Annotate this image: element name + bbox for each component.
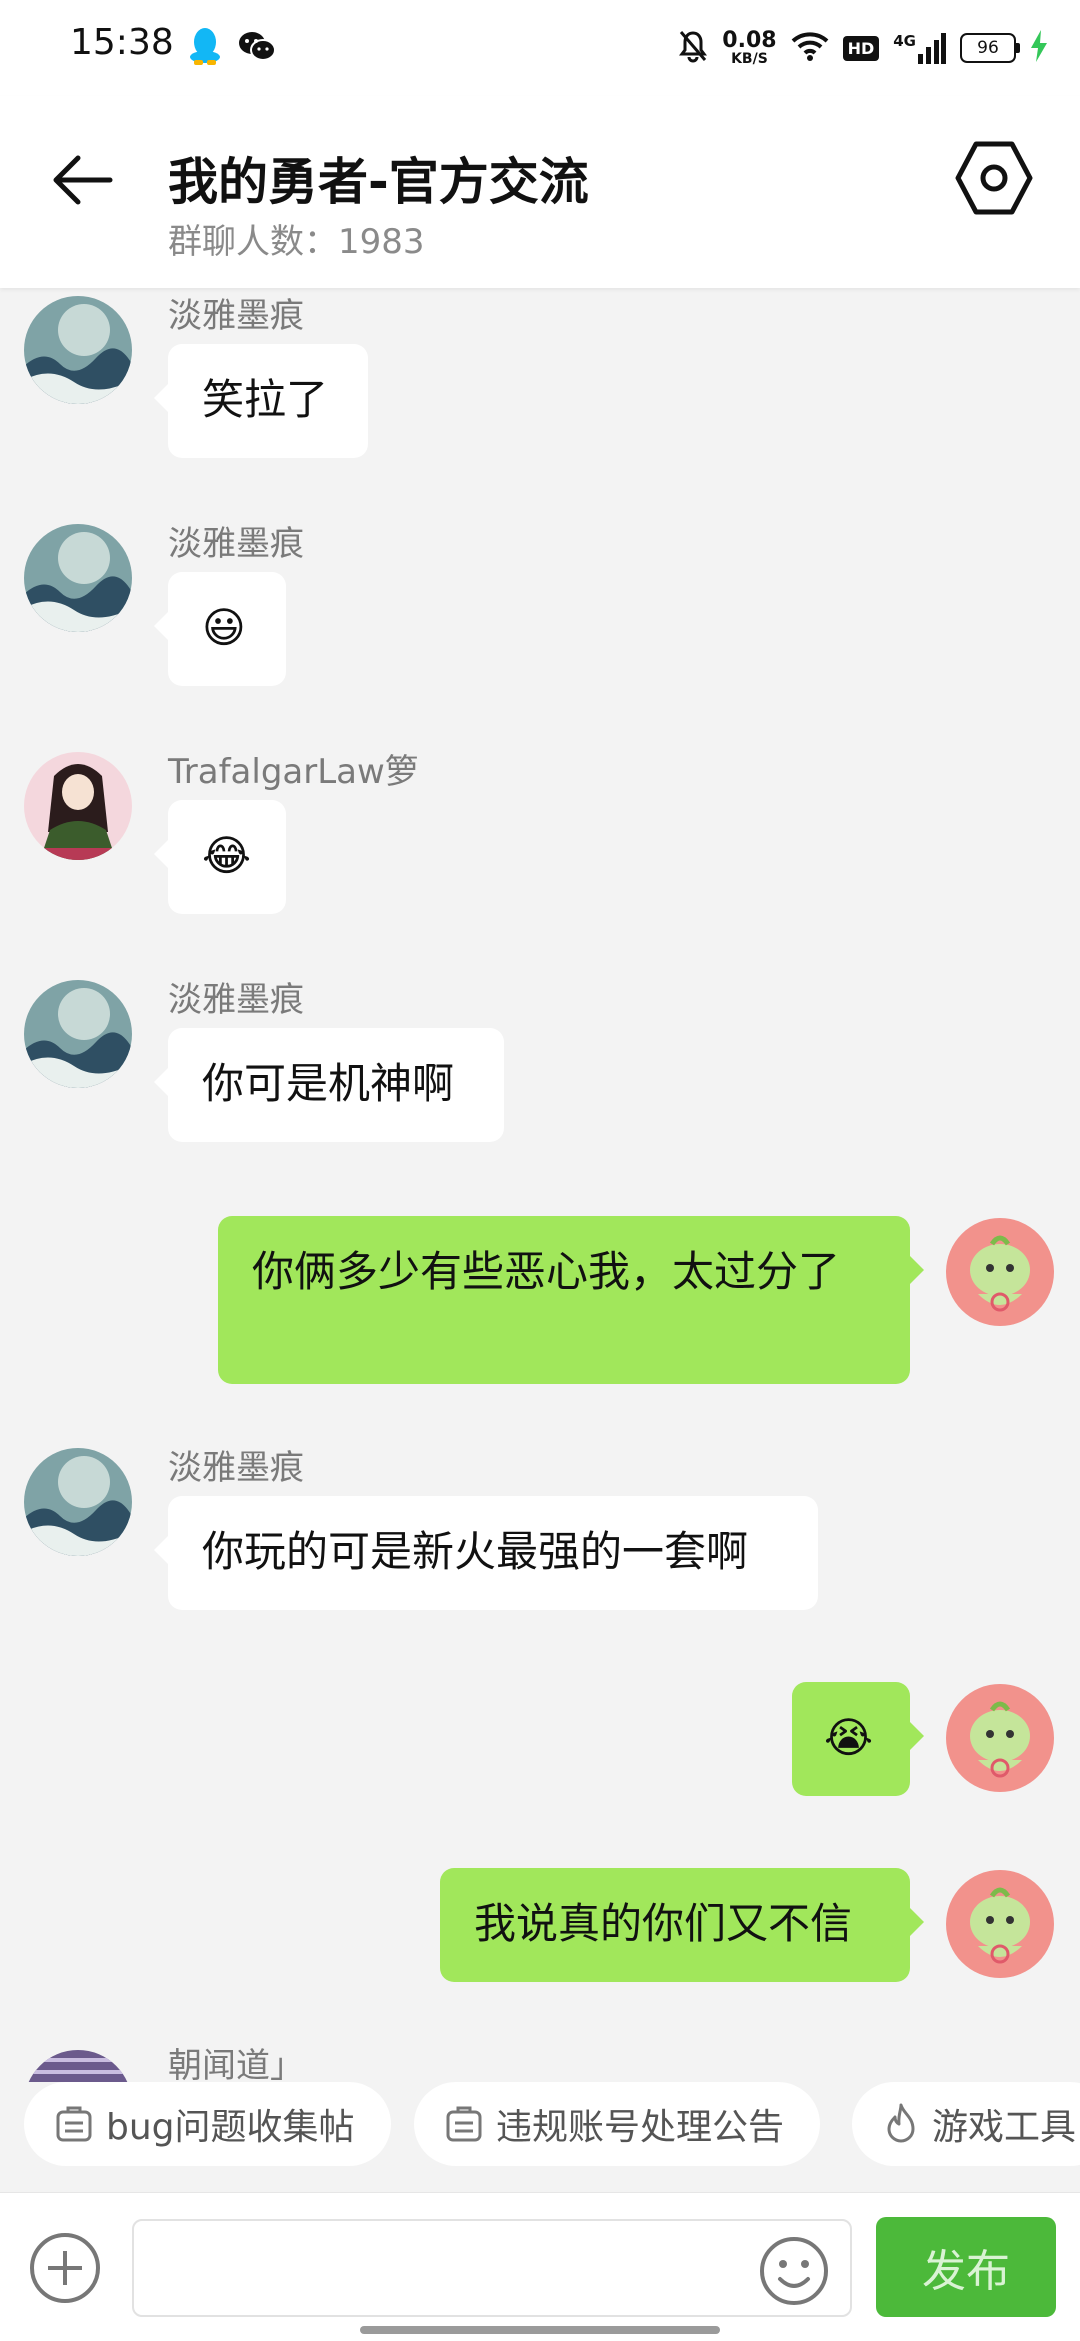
message-incoming: 淡雅墨痕 你可是机神啊	[0, 972, 1080, 1152]
home-indicator[interactable]	[360, 2326, 720, 2334]
message-incoming: 淡雅墨痕 你玩的可是新火最强的一套啊	[0, 1440, 1080, 1620]
message-bubble[interactable]: 😂	[154, 800, 286, 914]
fire-icon	[882, 2103, 920, 2145]
avatar-trafalgarlaw[interactable]	[24, 752, 132, 860]
status-icons: 0.08 KB/S HD 4G 96	[678, 26, 1048, 70]
laughing-tears-emoji: 😂	[202, 831, 252, 880]
avatar-danya-mohen[interactable]	[24, 1448, 132, 1556]
shortcut-label: bug问题收集帖	[106, 2107, 355, 2148]
message-bubble[interactable]: 你玩的可是新火最强的一套啊	[154, 1496, 818, 1610]
cellular-signal-icon: 4G	[893, 32, 946, 64]
avatar-self[interactable]	[946, 1870, 1054, 1978]
message-bubble[interactable]: 😭	[792, 1682, 924, 1796]
message-text: 你俩多少有些恶心我，太过分了	[252, 1247, 841, 1296]
message-input[interactable]	[132, 2219, 852, 2317]
message-text: 笑拉了	[202, 375, 329, 424]
sender-name: 淡雅墨痕	[168, 980, 304, 1020]
avatar-danya-mohen[interactable]	[24, 296, 132, 404]
avatar-danya-mohen[interactable]	[24, 980, 132, 1088]
message-incoming: 淡雅墨痕 笑拉了	[0, 288, 1080, 468]
shortcut-violation-notice[interactable]: 违规账号处理公告	[414, 2082, 821, 2166]
avatar-self[interactable]	[946, 1218, 1054, 1326]
hd-badge: HD	[842, 35, 880, 61]
message-list[interactable]: 淡雅墨痕 笑拉了 淡雅墨痕 😃 TrafalgarLaw箩 😂 淡雅墨痕 你可是…	[0, 288, 1080, 2082]
crying-emoji: 😭	[824, 1713, 874, 1762]
shortcut-label: 违规账号处理公告	[496, 2107, 785, 2148]
message-bubble[interactable]: 你俩多少有些恶心我，太过分了	[218, 1216, 924, 1384]
back-button[interactable]	[44, 140, 124, 220]
back-arrow-icon	[53, 155, 113, 205]
message-outgoing: 😭	[0, 1682, 1080, 1802]
shortcut-bar: bug问题收集帖 违规账号处理公告 游戏工具	[0, 2082, 1080, 2192]
smile-emoji: 😃	[202, 603, 246, 652]
message-incoming: 朝闻道」	[0, 2038, 1080, 2082]
network-speed: 0.08 KB/S	[722, 28, 777, 67]
message-outgoing: 你俩多少有些恶心我，太过分了	[0, 1216, 1080, 1388]
network-speed-unit: KB/S	[731, 51, 768, 67]
settings-button[interactable]	[952, 136, 1036, 220]
message-bubble[interactable]: 😃	[154, 572, 286, 686]
member-count: 群聊人数：1983	[168, 222, 425, 262]
network-speed-value: 0.08	[722, 28, 777, 53]
notice-icon	[54, 2104, 94, 2144]
input-bar: 发布	[0, 2192, 1080, 2341]
network-type: 4G	[893, 32, 916, 50]
message-bubble[interactable]: 你可是机神啊	[154, 1028, 504, 1142]
message-text: 我说真的你们又不信	[474, 1899, 853, 1948]
message-outgoing: 我说真的你们又不信	[0, 1868, 1080, 1988]
message-bubble[interactable]: 笑拉了	[154, 344, 368, 458]
settings-hexagon-icon	[955, 141, 1033, 215]
avatar-zhaowendao[interactable]	[24, 2050, 132, 2082]
sender-name: 淡雅墨痕	[168, 1448, 304, 1488]
message-bubble[interactable]: 我说真的你们又不信	[440, 1868, 924, 1982]
message-incoming: 淡雅墨痕 😃	[0, 516, 1080, 696]
wechat-notification-icon	[238, 30, 276, 66]
wifi-icon	[791, 31, 829, 65]
shortcut-game-tools[interactable]: 游戏工具	[852, 2082, 1080, 2166]
avatar-self[interactable]	[946, 1684, 1054, 1792]
publish-button[interactable]: 发布	[876, 2217, 1056, 2317]
smiley-face-icon	[760, 2237, 828, 2305]
plus-circle-icon	[30, 2233, 100, 2303]
sender-name: 朝闻道」	[168, 2046, 304, 2082]
battery-level: 96	[977, 38, 999, 58]
status-bar: 15:38 0.08 KB/S HD 4G 96	[0, 0, 1080, 96]
notice-icon	[444, 2104, 484, 2144]
message-incoming: TrafalgarLaw箩 😂	[0, 744, 1080, 924]
sender-name: 淡雅墨痕	[168, 524, 304, 564]
avatar-danya-mohen[interactable]	[24, 524, 132, 632]
emoji-button[interactable]	[758, 2235, 830, 2307]
message-text: 你玩的可是新火最强的一套啊	[202, 1527, 749, 1576]
message-text: 你可是机神啊	[202, 1059, 455, 1108]
group-title: 我的勇者-官方交流	[168, 153, 589, 211]
status-time: 15:38	[70, 22, 174, 63]
shortcut-bug-collection[interactable]: bug问题收集帖	[24, 2082, 391, 2166]
charging-icon	[1030, 30, 1048, 66]
chat-header: 我的勇者-官方交流 群聊人数：1983	[0, 96, 1080, 288]
shortcut-label: 游戏工具	[932, 2107, 1077, 2148]
mute-bell-icon	[678, 29, 708, 67]
qq-notification-icon	[188, 26, 222, 70]
sender-name: 淡雅墨痕	[168, 296, 304, 336]
add-attachment-button[interactable]	[28, 2231, 102, 2305]
battery-indicator: 96	[960, 33, 1020, 63]
sender-name: TrafalgarLaw箩	[168, 752, 419, 792]
